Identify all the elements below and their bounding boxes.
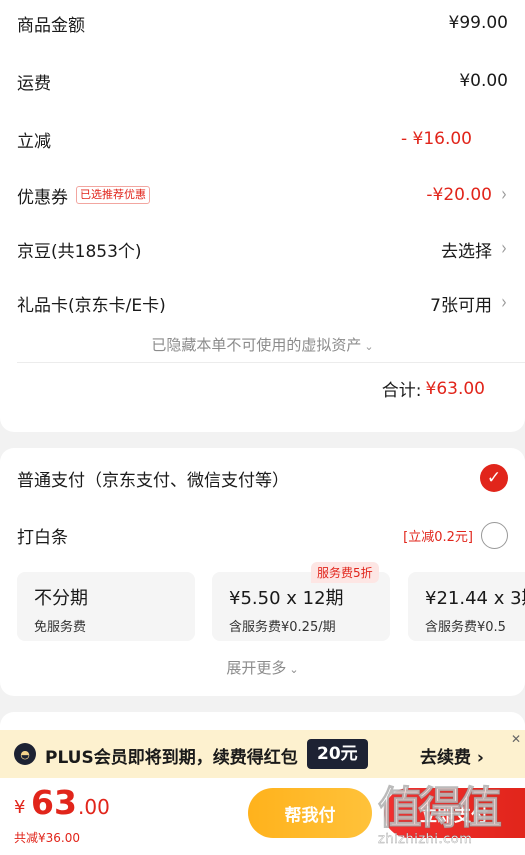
instant-discount-value: - ¥16.00 — [400, 129, 472, 149]
plus-renewal-bar[interactable]: ◓ PLUS会员即将到期，续费得红包 20元 去续费 › ✕ — [0, 730, 525, 778]
instant-discount-label: 立减 — [17, 131, 51, 152]
goods-amount-row: 商品金额 ¥99.00 — [17, 8, 508, 38]
gift-card-value: 7张可用 › — [430, 291, 507, 316]
instant-discount-row: 立减 - ¥16.00 — [17, 124, 508, 154]
plus-renewal-text: PLUS会员即将到期，续费得红包 — [45, 748, 298, 768]
jingdou-value: 去选择 › — [441, 237, 507, 262]
price-integer: 63 — [31, 783, 77, 822]
checkmark-icon[interactable]: ✓ — [480, 464, 508, 492]
plus-red-packet-amount: 20元 — [307, 739, 368, 769]
gift-card-label: 礼品卡(京东卡/E卡) — [17, 295, 166, 316]
jingdou-label: 京豆(共1853个) — [17, 241, 142, 262]
expand-more-toggle[interactable]: 展开更多 ⌄ — [0, 657, 525, 678]
installment-plans[interactable]: 不分期 免服务费 ¥5.50 x 12期 含服务费¥0.25/期 ¥21.44 … — [17, 572, 525, 642]
chevron-down-icon: ⌄ — [289, 663, 299, 676]
goods-amount-value: ¥99.00 — [448, 13, 508, 33]
plan-subtitle: 含服务费¥0.25/期 — [229, 620, 336, 635]
baitiao-label: 打白条 — [17, 527, 68, 548]
plus-logo-icon: ◓ — [14, 743, 36, 765]
chevron-down-icon: ⌄ — [364, 340, 374, 353]
close-icon[interactable]: ✕ — [509, 732, 523, 746]
total-saved: 共减¥36.00 — [14, 831, 80, 845]
total-label: 合计: — [381, 381, 422, 401]
baitiao-payment-option[interactable]: 打白条 [立减0.2元] — [17, 520, 508, 550]
plan-subtitle: 含服务费¥0.5 — [425, 620, 506, 635]
help-me-pay-button[interactable]: 帮我付 — [248, 788, 372, 838]
plan-title: 不分期 — [34, 588, 88, 609]
price-summary-card: 商品金额 ¥99.00 运费 ¥0.00 立减 - ¥16.00 优惠券 已选推… — [0, 0, 525, 432]
radio-button[interactable] — [481, 521, 508, 549]
plan-option[interactable]: 不分期 免服务费 — [17, 572, 195, 641]
order-total: 合计: ¥63.00 — [381, 376, 485, 402]
chevron-right-icon: › — [501, 237, 507, 261]
chevron-right-icon: › — [501, 183, 507, 207]
normal-payment-option[interactable]: 普通支付（京东支付、微信支付等） ✓ — [17, 463, 508, 493]
chevron-right-icon: › — [501, 291, 507, 315]
total-value: ¥63.00 — [425, 378, 485, 399]
shipping-value: ¥0.00 — [459, 71, 508, 91]
pay-now-button[interactable]: 立即支付 — [384, 788, 525, 838]
baitiao-discount-tag: [立减0.2元] — [403, 529, 473, 545]
plan-title: ¥5.50 x 12期 — [229, 588, 344, 609]
goods-amount-label: 商品金额 — [17, 15, 85, 36]
renew-button[interactable]: 去续费 › — [420, 743, 484, 768]
service-fee-badge: 服务费5折 — [311, 562, 379, 583]
plan-title: ¥21.44 x 3期 — [425, 588, 525, 609]
shipping-row: 运费 ¥0.00 — [17, 66, 508, 96]
coupon-recommended-tag: 已选推荐优惠 — [76, 186, 150, 204]
coupon-label: 优惠券 — [17, 187, 68, 208]
plan-subtitle: 免服务费 — [34, 620, 87, 635]
gift-card-row[interactable]: 礼品卡(京东卡/E卡) 7张可用 › — [17, 288, 508, 318]
currency-symbol: ¥ — [14, 797, 26, 818]
expand-more-text: 展开更多 — [226, 659, 287, 677]
normal-payment-label: 普通支付（京东支付、微信支付等） — [17, 470, 289, 491]
jingdou-row[interactable]: 京豆(共1853个) 去选择 › — [17, 234, 508, 264]
price-decimal: .00 — [78, 795, 110, 819]
shipping-label: 运费 — [17, 73, 51, 94]
hidden-assets-text: 已隐藏本单不可使用的虚拟资产 — [151, 336, 362, 354]
plan-option[interactable]: ¥21.44 x 3期 含服务费¥0.5 — [408, 572, 525, 641]
coupon-value: -¥20.00 › — [426, 183, 507, 207]
hidden-assets-toggle[interactable]: 已隐藏本单不可使用的虚拟资产 ⌄ — [0, 334, 525, 355]
coupon-row[interactable]: 优惠券 已选推荐优惠 -¥20.00 › — [17, 180, 508, 210]
divider — [17, 362, 525, 363]
